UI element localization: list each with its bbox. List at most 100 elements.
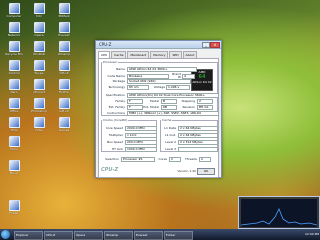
window-titlebar[interactable]: CPU-Z _ x bbox=[96, 41, 221, 49]
multiplier-field: x 10.0 bbox=[125, 133, 157, 138]
desktop-icon[interactable]: Docs bbox=[2, 136, 26, 153]
field-label: L1 Data bbox=[164, 126, 176, 130]
start-button[interactable] bbox=[1, 230, 10, 239]
desktop-icon[interactable]: uTorrent bbox=[27, 79, 51, 96]
clock[interactable]: 12:00 PM bbox=[305, 233, 319, 236]
field-label: Ext. Family bbox=[108, 105, 125, 109]
desktop-icon[interactable]: Opera bbox=[27, 22, 51, 39]
desktop-icon[interactable]: Games bbox=[52, 117, 76, 134]
desktop-icon-label: Nero bbox=[10, 91, 18, 94]
desktop-icon[interactable]: Video bbox=[27, 117, 51, 134]
minimize-button[interactable]: _ bbox=[202, 42, 210, 48]
cpu-meter-gadget[interactable] bbox=[238, 196, 320, 229]
desktop-icon-label: Docs bbox=[10, 148, 18, 151]
network-icon bbox=[8, 22, 20, 33]
field-label: Family bbox=[115, 99, 125, 103]
desktop-icon-label: Network bbox=[7, 34, 21, 37]
level-2-field: 2 x 512 KBytes bbox=[178, 140, 218, 145]
desktop-icon[interactable]: Total bbox=[2, 117, 26, 134]
bus-speed-field: 200.0 MHz bbox=[125, 140, 157, 145]
desktop-icon[interactable]: Photoshop bbox=[27, 98, 51, 115]
cpu-z-brand: CPU-Z bbox=[101, 167, 119, 173]
voltage-field: 1.296 v bbox=[166, 85, 190, 90]
desktop-icon[interactable]: WinRAR bbox=[27, 41, 51, 58]
tab-about[interactable]: About bbox=[182, 51, 198, 58]
field-label: Specification bbox=[105, 93, 125, 97]
desktop-icon-label: Music bbox=[9, 172, 19, 175]
desktop-icon-label: Folder bbox=[9, 212, 19, 215]
app-icon bbox=[58, 117, 70, 128]
close-button[interactable]: x bbox=[210, 42, 220, 48]
tab-spd[interactable]: SPD bbox=[169, 51, 182, 58]
level-3-field bbox=[178, 147, 218, 152]
desktop-icon[interactable]: Everest bbox=[52, 22, 76, 39]
app-icon bbox=[58, 98, 70, 109]
field-label: Threads bbox=[184, 157, 197, 161]
app-icon bbox=[58, 22, 70, 33]
desktop-icon-label: Total bbox=[10, 129, 18, 132]
taskbar-item[interactable]: Explorer bbox=[14, 231, 43, 240]
stepping-field: 2 bbox=[197, 99, 213, 104]
window-title: CPU-Z bbox=[99, 42, 112, 47]
l1-data-field: 2 x 64 KBytes bbox=[178, 126, 218, 131]
tab-mainboard[interactable]: Mainboard bbox=[127, 51, 150, 58]
desktop-icon[interactable]: Folder bbox=[2, 200, 26, 217]
desktop-icon-label: WinRAR bbox=[33, 53, 45, 56]
desktop-icon[interactable]: Firefox bbox=[52, 79, 76, 96]
desktop-icon-label: Video bbox=[34, 129, 44, 132]
desktop-icon[interactable]: 3DMark bbox=[52, 3, 76, 20]
tab-cache[interactable]: Cache bbox=[111, 51, 127, 58]
processor-select[interactable]: Processor #1 bbox=[121, 157, 155, 162]
desktop-icon-label: CPU-Z bbox=[59, 72, 69, 75]
cache-group: Cache L1 Data 2 x 64 KBytes L1 Inst. 2 x 6… bbox=[160, 118, 218, 152]
taskbar-item[interactable]: Opera bbox=[74, 231, 103, 240]
desktop-icon[interactable]: Music bbox=[2, 160, 26, 177]
tab-cpu[interactable]: CPU bbox=[98, 51, 111, 58]
instructions-field: MMX (+), 3DNow! (+), SSE, SSE2, SSE3, x8… bbox=[127, 111, 219, 116]
taskbar-item[interactable]: Folder bbox=[164, 231, 193, 240]
field-label: Bus Speed bbox=[107, 140, 123, 144]
field-label: Name bbox=[116, 67, 125, 71]
app-icon bbox=[58, 3, 70, 14]
group-legend: Cache bbox=[162, 118, 172, 122]
ok-button[interactable]: OK bbox=[197, 168, 215, 175]
desktop-icon[interactable]: Recycle Bin bbox=[2, 41, 26, 58]
desktop-icon-label: Winamp bbox=[57, 53, 71, 56]
group-legend: Clocks (Core#0) bbox=[103, 118, 128, 122]
brand-id-field: 4 bbox=[182, 73, 195, 79]
field-label: Ext. Model bbox=[143, 105, 159, 109]
system-tray: 12:00 PM bbox=[305, 230, 319, 239]
folder-icon bbox=[8, 200, 20, 211]
field-label: Cores bbox=[158, 157, 167, 161]
computer-icon bbox=[8, 3, 20, 14]
processor-group: Processor AMD 64 Athlon 64 X2 Name AMD A… bbox=[101, 60, 219, 116]
desktop-icon-label: Skype bbox=[34, 72, 44, 75]
app-icon bbox=[8, 98, 20, 109]
taskbar-item[interactable]: Everest bbox=[134, 231, 163, 240]
desktop-icon-label: Photoshop bbox=[31, 110, 47, 113]
taskbar-item[interactable]: CPU-Z bbox=[44, 231, 73, 240]
desktop-icon[interactable]: Nero bbox=[2, 79, 26, 96]
desktop-icon[interactable]: CPU-Z bbox=[52, 60, 76, 77]
desktop-icon-label: Control bbox=[8, 72, 20, 75]
desktop-icon[interactable]: GPU-Z bbox=[52, 98, 76, 115]
field-label: Package bbox=[112, 79, 125, 83]
app-icon bbox=[8, 79, 20, 90]
cpu-z-window[interactable]: CPU-Z _ x CPU Cache Mainboard Memory SPD… bbox=[95, 40, 222, 178]
field-label: Level 3 bbox=[165, 147, 176, 151]
logo-text: Athlon 64 X2 bbox=[192, 80, 212, 84]
tab-memory[interactable]: Memory bbox=[150, 51, 169, 58]
desktop-icon[interactable]: Winamp bbox=[52, 41, 76, 58]
desktop-icon[interactable]: ICQ bbox=[27, 3, 51, 20]
desktop-icon[interactable]: Control bbox=[2, 60, 26, 77]
app-icon bbox=[33, 22, 45, 33]
l1-inst-field: 2 x 64 KBytes bbox=[178, 133, 218, 138]
desktop-icon[interactable]: Computer bbox=[2, 3, 26, 20]
desktop-icon[interactable]: Office bbox=[2, 98, 26, 115]
core-speed-field: 2000.0 MHz bbox=[125, 126, 157, 131]
ext-model-field: 6B bbox=[161, 105, 177, 110]
desktop-icon[interactable]: Network bbox=[2, 22, 26, 39]
taskbar-item[interactable]: Winamp bbox=[104, 231, 133, 240]
field-label: Technology bbox=[108, 85, 125, 89]
desktop-icon[interactable]: Skype bbox=[27, 60, 51, 77]
